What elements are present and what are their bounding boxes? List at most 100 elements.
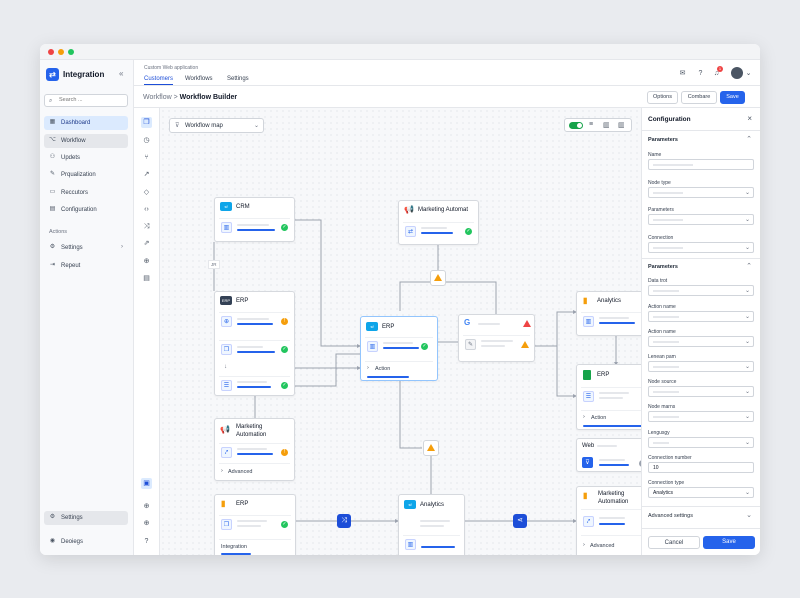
data-trot-select[interactable]: ⌄ — [648, 285, 754, 296]
maximize-window-button[interactable] — [68, 49, 74, 55]
clock-icon[interactable]: ◷ — [141, 135, 152, 146]
gear-icon: ⚙ — [49, 514, 56, 520]
tag-icon[interactable]: ◇ — [141, 187, 152, 198]
save-button[interactable]: Save — [720, 91, 745, 104]
cancel-button[interactable]: Cancel — [648, 536, 700, 549]
external-link-icon[interactable]: ⇗ — [141, 238, 152, 249]
connection-select[interactable]: ⌄ — [648, 242, 754, 253]
lenean-pam-select[interactable]: ⌄ — [648, 361, 754, 372]
chevron-down-icon[interactable]: ⌄ — [744, 69, 753, 78]
node-analytics-center[interactable]: sf Analytics ▥ — [398, 494, 465, 555]
name-field[interactable] — [648, 159, 754, 170]
tab-workflows[interactable]: Workflows — [185, 76, 213, 82]
database-icon[interactable]: ▣ — [141, 478, 152, 489]
breadcrumb-separator: > — [173, 94, 178, 101]
node-advanced-row[interactable]: › Advanced — [219, 463, 290, 481]
workflow-canvas[interactable]: ⊽ Workflow map ⌄ ≡ ▥ ▥ sf CRM ▥ ✓ JR 📢 M… — [160, 108, 656, 555]
tab-customers[interactable]: Customers — [144, 76, 174, 85]
options-button[interactable]: Options — [647, 91, 678, 104]
chevron-up-icon[interactable]: ⌃ — [746, 262, 752, 270]
sidebar-item-workflow[interactable]: ⌥ Workflow — [44, 134, 128, 148]
analytics-logo-icon: ▮ — [221, 499, 226, 508]
close-icon[interactable]: × — [747, 114, 752, 123]
node-action-row[interactable]: › Action — [365, 361, 433, 381]
action-name-select-2[interactable]: ⌄ — [648, 336, 754, 347]
zoom-in-icon[interactable]: ⊕ — [141, 518, 152, 529]
document-icon[interactable]: ▤ — [141, 273, 152, 284]
pages-icon[interactable]: ❐ — [141, 117, 152, 128]
target-icon[interactable]: ⊕ — [141, 501, 152, 512]
trend-icon[interactable]: ↗ — [141, 169, 152, 180]
success-status-icon: ✓ — [281, 382, 288, 389]
sidebar-item-updets[interactable]: ⚇ Updets — [44, 151, 128, 165]
condition-warning-node[interactable] — [430, 270, 446, 286]
shuffle-icon[interactable]: ⤨ — [141, 221, 152, 232]
share-node[interactable]: ⋖ — [513, 514, 527, 528]
breadcrumb-parent[interactable]: Workflow — [143, 94, 172, 101]
sidebar-item-configuration[interactable]: ▤ Configuration — [44, 203, 128, 217]
shuffle-icon: ⇄ — [405, 226, 416, 237]
combare-button[interactable]: Combare — [681, 91, 717, 104]
action-name-select[interactable]: ⌄ — [648, 311, 754, 322]
auto-run-toggle[interactable] — [569, 122, 583, 129]
connection-number-input[interactable]: 10 — [648, 462, 754, 473]
help-icon[interactable]: ? — [141, 536, 152, 547]
analytics-logo-icon: ▮ — [583, 296, 588, 305]
advanced-settings-toggle[interactable]: Advanced settings — [648, 513, 693, 519]
node-crm[interactable]: sf CRM ▥ ✓ — [214, 197, 295, 242]
node-erp-center[interactable]: sf ERP ▥ ✓ › Action — [360, 316, 438, 381]
sidebar-item-settings[interactable]: ⚙ Settings › — [44, 241, 128, 255]
delete-icon[interactable]: ▥ — [618, 121, 625, 129]
chevron-down-icon[interactable]: ⌄ — [746, 511, 752, 519]
node-erp-bottom[interactable]: ▮ ERP ❐ ✓ Integration — [214, 494, 296, 555]
connection-type-select[interactable]: Analytics ⌄ — [648, 487, 754, 498]
sidebar-item-repeut[interactable]: ⇥ Repeut — [44, 259, 128, 273]
connection-number-label: Connection number — [648, 455, 692, 461]
close-window-button[interactable] — [48, 49, 54, 55]
globe-icon[interactable]: ⊕ — [141, 256, 152, 267]
node-google[interactable]: G ✎ — [458, 314, 535, 362]
avatar[interactable] — [731, 67, 743, 79]
chevron-down-icon: ⌄ — [253, 123, 259, 129]
mail-icon[interactable]: ✉ — [678, 69, 687, 78]
search-box[interactable]: ⌕ — [44, 94, 128, 107]
collapse-sidebar-icon[interactable]: « — [119, 69, 123, 78]
help-icon[interactable]: ? — [696, 69, 705, 78]
error-icon — [523, 320, 531, 327]
condition-warning-node[interactable] — [423, 440, 439, 456]
panel-save-button[interactable]: Save — [703, 536, 755, 549]
node-title: ERP — [236, 298, 249, 304]
sidebar-item-label: Workflow — [61, 138, 86, 144]
node-marketing-automation-top[interactable]: 📢 Marketing Automat ⇄ ✓ — [398, 200, 479, 245]
node-type-select[interactable]: ⌄ — [648, 187, 754, 198]
transform-node[interactable]: ⤨ — [337, 514, 351, 528]
node-marketing-automation-left[interactable]: 📢 Marketing Automation ⤤ ! › Advanced — [214, 418, 295, 481]
parameters-select[interactable]: ⌄ — [648, 214, 754, 225]
title-bar — [40, 44, 760, 60]
chevron-up-icon[interactable]: ⌃ — [746, 135, 752, 143]
branch-icon[interactable]: ⑂ — [141, 152, 152, 163]
search-input[interactable] — [59, 97, 125, 103]
footer-user-button[interactable]: ◉ Deoiegs — [44, 535, 128, 549]
chevron-right-icon: › — [221, 468, 223, 474]
code-icon[interactable]: ‹› — [141, 204, 152, 215]
field-label: Action name — [648, 329, 676, 335]
chevron-right-icon: › — [583, 542, 585, 548]
node-erp-left[interactable]: ERP ERP ⊕ ! ❐ ✓ ↓ ☰ ✓ — [214, 291, 295, 396]
minimize-window-button[interactable] — [58, 49, 64, 55]
workflow-map-select[interactable]: ⊽ Workflow map ⌄ — [169, 118, 264, 133]
trash-icon[interactable]: ▥ — [603, 121, 610, 129]
sidebar-item-prqualization[interactable]: ✎ Prqualization — [44, 168, 128, 182]
footer-settings-button[interactable]: ⚙ Settings — [44, 511, 128, 525]
sidebar-item-dashboard[interactable]: ▦ Dashboard — [44, 116, 128, 130]
node-title: ERP — [236, 501, 249, 507]
section-parameters-2[interactable]: Parameters — [648, 264, 678, 270]
section-parameters-1[interactable]: Parameters — [648, 137, 678, 143]
align-icon[interactable]: ≡ — [589, 121, 593, 128]
lengusgy-select[interactable]: ⌄ — [648, 437, 754, 448]
tab-settings[interactable]: Settings — [227, 76, 249, 82]
node-marns-select[interactable]: ⌄ — [648, 411, 754, 422]
sidebar-item-reccutors[interactable]: ▭ Reccutors — [44, 186, 128, 200]
node-source-select[interactable]: ⌄ — [648, 386, 754, 397]
sliders-icon: ☰ — [221, 380, 232, 391]
